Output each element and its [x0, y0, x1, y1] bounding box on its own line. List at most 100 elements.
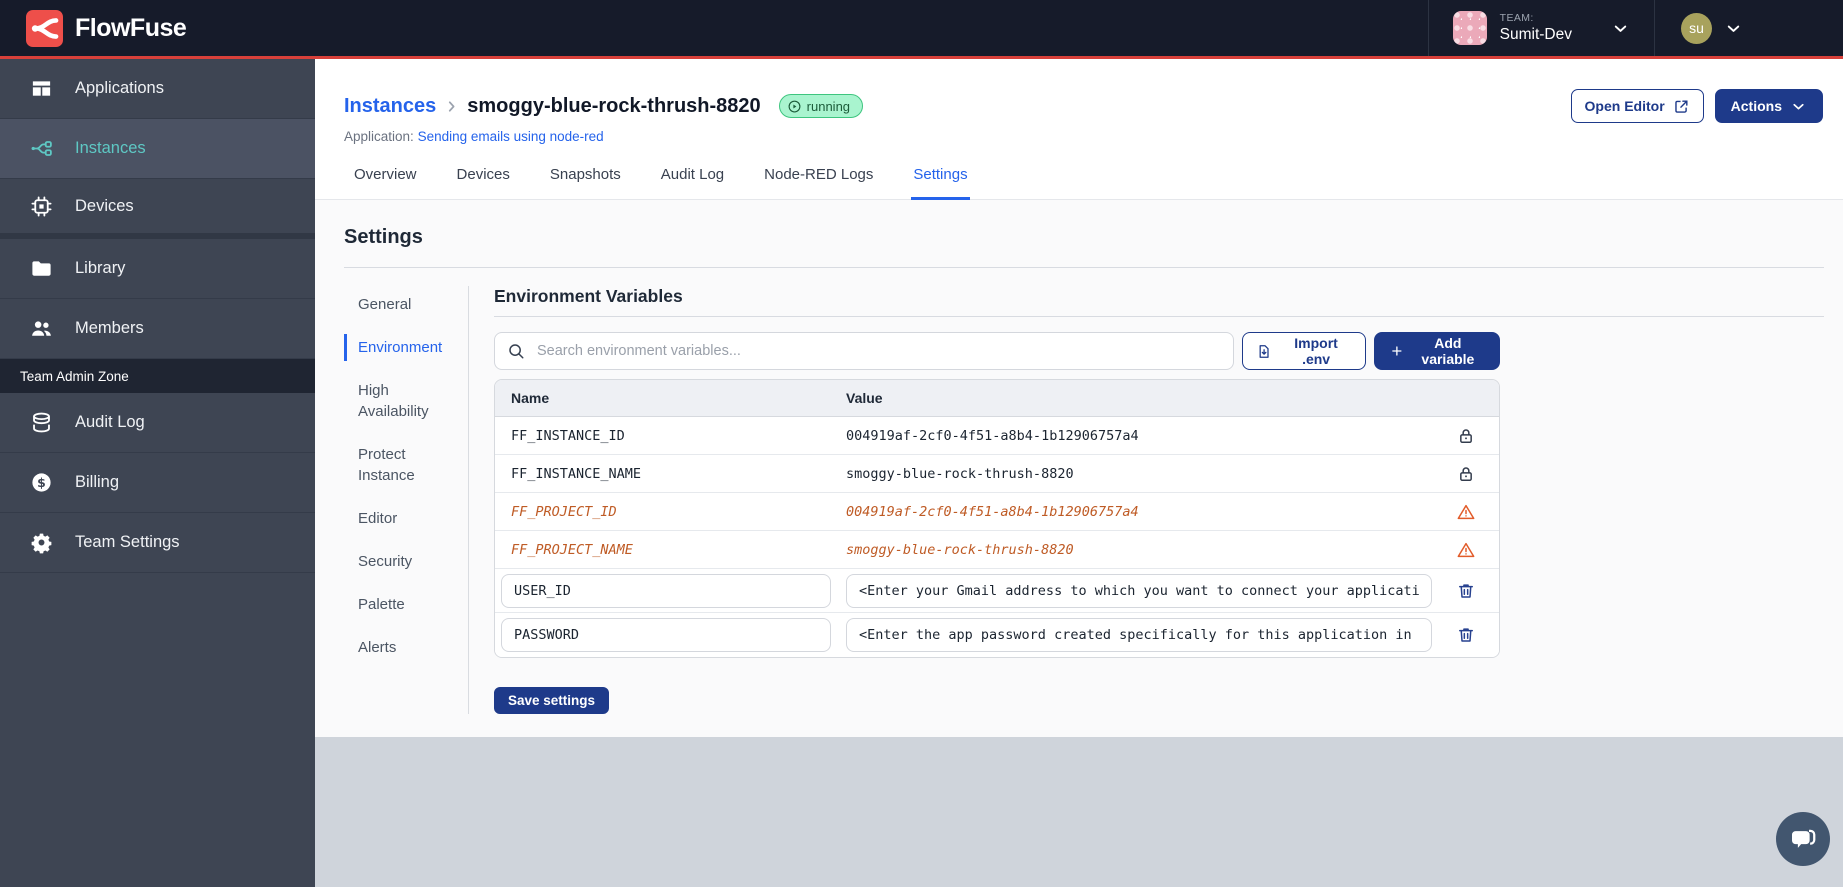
table-header: Name Value	[495, 380, 1499, 417]
settings-nav-general[interactable]: General	[344, 286, 468, 323]
import-env-label: Import .env	[1294, 335, 1338, 367]
env-var-row: FF_PROJECT_NAME smoggy-blue-rock-thrush-…	[495, 531, 1499, 569]
sidebar-item-label: Audit Log	[75, 413, 145, 431]
tab-settings[interactable]: Settings	[911, 164, 970, 200]
sidebar-item-library[interactable]: Library	[0, 239, 315, 299]
team-settings-icon	[30, 531, 53, 554]
tab-devices[interactable]: Devices	[455, 164, 512, 200]
settings-section: Settings General Environment High Availa…	[315, 200, 1843, 737]
tab-snapshots[interactable]: Snapshots	[548, 164, 623, 200]
page-title: smoggy-blue-rock-thrush-8820	[467, 94, 761, 117]
page-head: Instances smoggy-blue-rock-thrush-8820 r…	[315, 59, 1843, 144]
env-var-value-input[interactable]	[846, 618, 1432, 652]
sidebar-item-instances[interactable]: Instances	[0, 119, 315, 179]
settings-nav-high-availability[interactable]: High Availability	[344, 372, 468, 430]
breadcrumb-instances-link[interactable]: Instances	[344, 95, 436, 118]
sidebar-item-audit-log[interactable]: Audit Log	[0, 393, 315, 453]
header-right: TEAM: Sumit-Dev su	[1427, 0, 1743, 56]
application-line: Application: Sending emails using node-r…	[344, 129, 1823, 144]
sidebar-item-applications[interactable]: Applications	[0, 59, 315, 119]
env-var-value: smoggy-blue-rock-thrush-8820	[846, 465, 1074, 482]
plus-icon	[1390, 343, 1404, 359]
add-variable-label: Add variable	[1421, 335, 1475, 367]
user-menu[interactable]: su	[1655, 12, 1743, 44]
sidebar-item-team-settings[interactable]: Team Settings	[0, 513, 315, 573]
env-var-row: FF_PROJECT_ID 004919af-2cf0-4f51-a8b4-1b…	[495, 493, 1499, 531]
bottom-strip	[315, 737, 1843, 887]
team-avatar	[1452, 11, 1487, 45]
sidebar-item-label: Billing	[75, 473, 120, 491]
sidebar-item-label: Library	[75, 259, 126, 277]
sidebar-item-devices[interactable]: Devices	[0, 179, 315, 239]
app-header: FlowFuse TEAM: Sumit-Dev su	[0, 0, 1843, 56]
add-variable-button[interactable]: Add variable	[1374, 332, 1500, 370]
brand-name: FlowFuse	[75, 13, 187, 42]
sidebar-item-billing[interactable]: $ Billing	[0, 453, 315, 513]
tab-node-red-logs[interactable]: Node-RED Logs	[762, 164, 875, 200]
env-var-row: FF_INSTANCE_ID 004919af-2cf0-4f51-a8b4-1…	[495, 417, 1499, 455]
warning-icon	[1456, 502, 1476, 522]
settings-nav-protect-instance[interactable]: Protect Instance	[344, 436, 468, 494]
breadcrumb: Instances smoggy-blue-rock-thrush-8820 r…	[344, 89, 1823, 123]
env-var-name: FF_INSTANCE_NAME	[511, 465, 642, 482]
actions-button[interactable]: Actions	[1714, 89, 1823, 123]
settings-title: Settings	[344, 226, 423, 248]
env-var-row	[495, 569, 1499, 613]
chat-widget-button[interactable]	[1776, 812, 1830, 866]
env-var-value-input[interactable]	[846, 573, 1432, 608]
env-var-name: FF_INSTANCE_ID	[511, 427, 625, 444]
trash-icon[interactable]	[1456, 625, 1476, 645]
settings-nav-editor[interactable]: Editor	[344, 500, 468, 537]
sidebar-item-label: Instances	[75, 139, 146, 157]
applications-icon	[30, 77, 53, 100]
sidebar-item-label: Applications	[75, 79, 164, 97]
audit-log-icon	[30, 411, 53, 434]
breadcrumb-chevron-right-icon	[443, 98, 460, 115]
sidebar-item-members[interactable]: Members	[0, 299, 315, 359]
tab-audit-log[interactable]: Audit Log	[659, 164, 726, 200]
env-var-name-input[interactable]	[501, 573, 831, 608]
brand-home-link[interactable]: FlowFuse	[26, 9, 187, 47]
devices-icon	[30, 195, 53, 218]
search-box	[494, 332, 1234, 370]
lock-icon	[1456, 464, 1476, 484]
env-var-name-input[interactable]	[501, 618, 831, 652]
settings-nav-alerts[interactable]: Alerts	[344, 629, 468, 666]
subnav-divider	[468, 286, 469, 714]
application-link[interactable]: Sending emails using node-red	[418, 129, 604, 144]
application-label: Application:	[344, 129, 414, 144]
team-admin-zone-label: Team Admin Zone	[0, 359, 315, 393]
actions-label: Actions	[1730, 98, 1782, 114]
env-var-row	[495, 613, 1499, 657]
external-link-icon	[1673, 98, 1690, 115]
instances-icon	[30, 137, 53, 160]
status-badge: running	[778, 94, 864, 118]
trash-icon[interactable]	[1456, 581, 1476, 601]
svg-text:$: $	[37, 475, 46, 490]
open-editor-button[interactable]: Open Editor	[1570, 89, 1704, 123]
search-input[interactable]	[494, 332, 1234, 370]
settings-nav-environment[interactable]: Environment	[344, 329, 468, 366]
team-selector[interactable]: TEAM: Sumit-Dev	[1427, 0, 1655, 56]
team-name: Sumit-Dev	[1499, 25, 1572, 43]
settings-nav-palette[interactable]: Palette	[344, 586, 468, 623]
status-text: running	[806, 98, 851, 114]
main-content: Instances smoggy-blue-rock-thrush-8820 r…	[315, 59, 1843, 887]
lock-icon	[1456, 426, 1476, 446]
settings-nav-security[interactable]: Security	[344, 543, 468, 580]
import-doc-icon	[1256, 343, 1272, 360]
import-env-button[interactable]: Import .env	[1242, 332, 1366, 370]
env-var-row: FF_INSTANCE_NAME smoggy-blue-rock-thrush…	[495, 455, 1499, 493]
search-icon	[507, 342, 525, 360]
column-header-name: Name	[511, 390, 550, 406]
library-icon	[30, 257, 53, 280]
env-var-name: FF_PROJECT_NAME	[511, 541, 633, 558]
save-settings-button[interactable]: Save settings	[494, 687, 610, 714]
open-editor-label: Open Editor	[1584, 98, 1665, 114]
chevron-down-icon	[1790, 98, 1807, 115]
header-actions: Open Editor Actions	[1570, 89, 1823, 123]
team-chevron-down-icon	[1611, 19, 1630, 38]
environment-variables-title: Environment Variables	[494, 286, 1824, 317]
warning-icon	[1456, 540, 1476, 560]
tab-overview[interactable]: Overview	[352, 164, 419, 200]
